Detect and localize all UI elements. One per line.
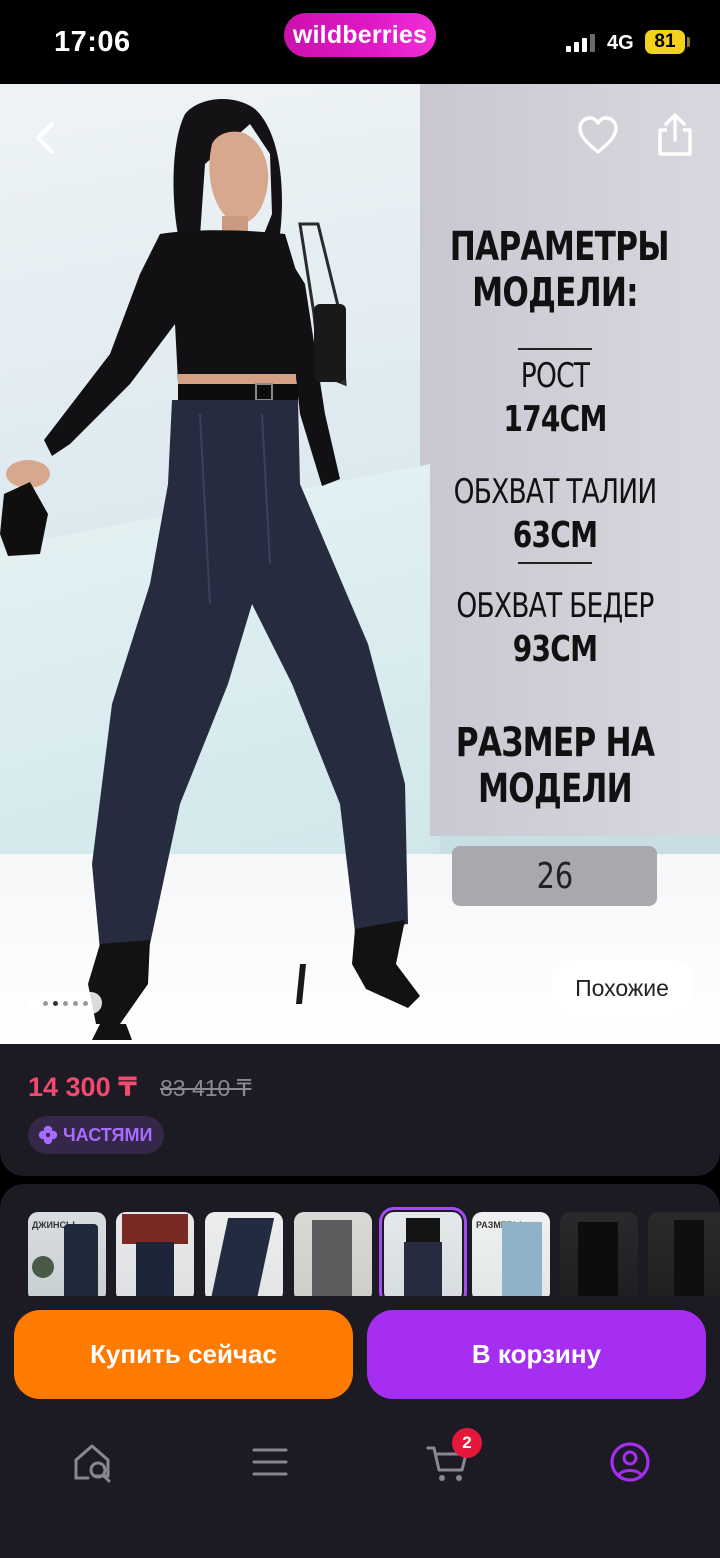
height-value: 174СМ: [503, 399, 607, 440]
battery-icon: 81: [645, 30, 685, 54]
battery-level: 81: [654, 31, 676, 52]
status-bar: 17:06 wildberries 4G 81: [0, 0, 720, 84]
current-price: 14 300 ₸: [28, 1072, 137, 1102]
similar-label: Похожие: [575, 974, 669, 1001]
divider-line: [518, 348, 592, 350]
product-photo[interactable]: ПАРАМЕТРЫ МОДЕЛИ: РОСТ 174СМ ОБХВАТ ТАЛИ…: [0, 84, 720, 1044]
wildberries-logo: wildberries: [284, 13, 436, 57]
menu-icon[interactable]: [246, 1438, 294, 1486]
size-on-model-value: 26: [536, 855, 573, 897]
share-icon[interactable]: [654, 112, 696, 158]
waist-label: ОБХВАТ ТАЛИИ: [453, 472, 658, 512]
params-title: ПАРАМЕТРЫ МОДЕЛИ:: [449, 224, 670, 316]
variant-thumbnail[interactable]: ДЖИНСЫ: [28, 1212, 106, 1302]
model-illustration: [0, 98, 420, 1040]
home-search-icon[interactable]: [68, 1438, 116, 1486]
hips-value: 93СМ: [512, 629, 598, 670]
similar-button[interactable]: Похожие: [552, 960, 692, 1016]
variant-thumbnail[interactable]: [116, 1212, 194, 1302]
status-time: 17:06: [54, 26, 131, 58]
variant-thumbnail[interactable]: [648, 1212, 720, 1302]
add-to-cart-label: В корзину: [471, 1339, 602, 1369]
old-price: 83 410 ₸: [160, 1075, 252, 1101]
heart-icon[interactable]: [576, 114, 620, 158]
hips-label: ОБХВАТ БЕДЕР: [456, 586, 654, 626]
signal-icon: [566, 34, 595, 52]
network-type: 4G: [607, 32, 634, 54]
profile-icon[interactable]: [606, 1438, 654, 1486]
brand-name: wildberries: [292, 20, 428, 49]
battery-tip: [687, 37, 690, 47]
variant-thumbnail[interactable]: [205, 1212, 283, 1302]
variant-thumbnail[interactable]: [560, 1212, 638, 1302]
variant-thumbnail[interactable]: [294, 1212, 372, 1302]
size-on-model-box: 26: [452, 846, 657, 906]
waist-value: 63СМ: [512, 515, 598, 556]
size-on-model-title: РАЗМЕР НА МОДЕЛИ: [455, 720, 655, 812]
add-to-cart-button[interactable]: В корзину: [367, 1310, 706, 1399]
installments-badge[interactable]: ЧАСТЯМИ: [28, 1116, 165, 1154]
action-bar: Купить сейчас В корзину: [0, 1296, 720, 1418]
variant-thumbnail[interactable]: РАЗМЕРЫ: [472, 1212, 550, 1302]
cart-badge: 2: [452, 1428, 482, 1458]
bottom-nav: 2: [0, 1418, 720, 1558]
installments-icon: [38, 1125, 58, 1145]
variant-thumbnails: ДЖИНСЫ РАЗМЕРЫ: [0, 1184, 720, 1310]
buy-now-label: Купить сейчас: [90, 1339, 277, 1369]
price-card: 14 300 ₸ 83 410 ₸ ЧАСТЯМИ: [0, 1044, 720, 1176]
back-icon[interactable]: [26, 114, 66, 162]
divider-line: [518, 562, 592, 564]
height-label: РОСТ: [520, 356, 590, 396]
carousel-dots: [28, 992, 102, 1014]
installments-label: ЧАСТЯМИ: [63, 1124, 153, 1145]
buy-now-button[interactable]: Купить сейчас: [14, 1310, 353, 1399]
variant-thumbnail-selected[interactable]: [379, 1207, 467, 1307]
